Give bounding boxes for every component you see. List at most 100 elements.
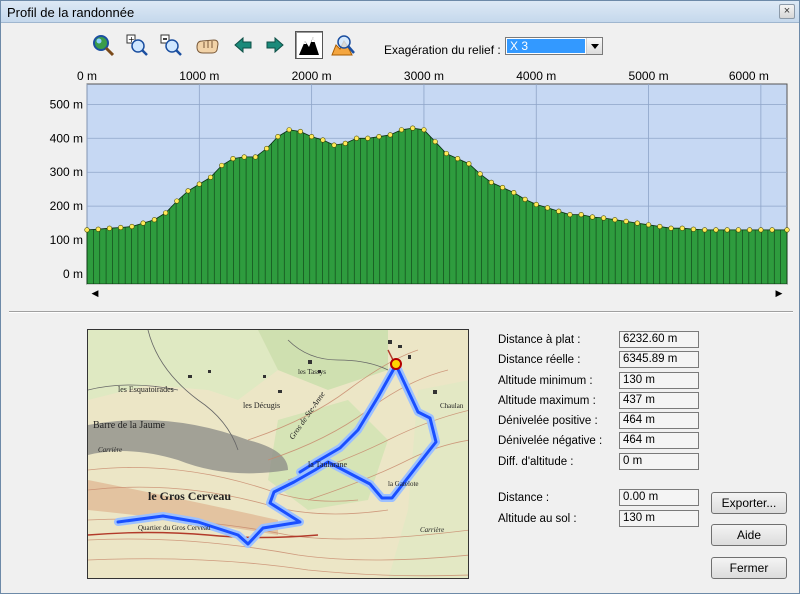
titlebar[interactable]: Profil de la randonnée × xyxy=(1,1,799,23)
stat-label-flat-distance: Distance à plat : xyxy=(498,334,581,346)
route-map[interactable]: les Esquatoirades Barre de la Jaume Carr… xyxy=(87,329,469,579)
elevation-point xyxy=(668,225,674,231)
elevation-point xyxy=(421,127,427,133)
stat-value-negative-elevation: 464 m xyxy=(619,432,699,449)
profile-scrollbar[interactable]: ◀ ▶ xyxy=(87,284,787,300)
elevation-point xyxy=(151,217,157,223)
elevation-point xyxy=(735,227,742,233)
map-label: Barre de la Jaume xyxy=(93,420,165,431)
stat-value-max-altitude: 437 m xyxy=(619,392,699,409)
exaggeration-label: Exagération du relief : xyxy=(384,43,501,57)
elevation-point xyxy=(578,212,584,218)
elevation-point xyxy=(252,154,259,160)
elevation-point xyxy=(129,223,135,230)
map-label: les Décugis xyxy=(243,401,280,410)
elevation-point xyxy=(84,227,90,233)
elevation-point xyxy=(106,225,113,231)
elevation-point xyxy=(623,218,629,225)
pan-hand-icon xyxy=(196,39,219,54)
previous-button[interactable] xyxy=(229,31,257,59)
elevation-point xyxy=(297,128,303,135)
elevation-point xyxy=(634,220,640,226)
elevation-point xyxy=(657,223,663,230)
stat-value-real-distance: 6345.89 m xyxy=(619,351,699,368)
elevation-point xyxy=(455,156,461,162)
zoom-global-button[interactable] xyxy=(89,31,117,59)
elevation-point xyxy=(747,227,753,233)
elevation-point xyxy=(342,140,348,146)
elevation-point xyxy=(499,184,506,191)
exaggeration-dropdown-button[interactable] xyxy=(586,38,602,54)
elevation-point xyxy=(601,215,607,221)
elevation-point xyxy=(511,189,517,196)
elevation-point xyxy=(522,196,528,202)
map-label: la Taularane xyxy=(308,460,347,469)
map-label: les Tassys xyxy=(298,368,326,376)
zoom-in-button[interactable]: + xyxy=(123,31,151,59)
stat-label-negative-elevation: Dénivelée négative : xyxy=(498,435,603,447)
zoom-out-button[interactable] xyxy=(157,31,185,59)
elevation-point xyxy=(365,135,371,141)
map-label: Carrière xyxy=(420,526,444,534)
elevation-point xyxy=(331,142,337,148)
relief-profile-button[interactable] xyxy=(295,31,323,59)
x-tick-label: 3000 m xyxy=(404,69,444,83)
close-window-button[interactable]: × xyxy=(779,4,795,19)
divider-highlight xyxy=(9,312,793,313)
zoom-out-icon xyxy=(160,34,182,56)
x-tick-label: 1000 m xyxy=(179,69,219,83)
arrow-right-icon xyxy=(266,36,284,54)
exaggeration-select[interactable]: X 3 xyxy=(505,37,603,55)
elevation-point xyxy=(556,208,562,214)
elevation-point xyxy=(702,227,708,233)
profile-search-button[interactable] xyxy=(329,31,357,59)
elevation-point xyxy=(275,133,281,140)
elevation-point xyxy=(163,210,169,216)
elevation-profile-chart[interactable]: 0 m 1000 m 2000 m 3000 m 4000 m 5000 m 6000 m 0… xyxy=(1,63,800,303)
chevron-down-icon xyxy=(590,43,599,49)
scroll-left-arrow-icon[interactable]: ◀ xyxy=(88,286,102,300)
pan-button[interactable] xyxy=(193,31,221,59)
elevation-point xyxy=(140,220,146,226)
stat-value-flat-distance: 6232.60 m xyxy=(619,331,699,348)
elevation-point xyxy=(387,132,393,138)
stat-label-max-altitude: Altitude maximum : xyxy=(498,395,596,407)
elevation-point xyxy=(724,227,730,233)
help-button[interactable]: Aide xyxy=(711,524,787,546)
x-tick-label: 0 m xyxy=(77,69,97,83)
elevation-point xyxy=(118,224,124,231)
close-button[interactable]: Fermer xyxy=(711,557,787,579)
elevation-point xyxy=(443,150,450,157)
elevation-point xyxy=(353,135,360,141)
map-label: les Esquatoirades xyxy=(118,385,174,394)
x-tick-label: 5000 m xyxy=(629,69,669,83)
zoom-in-icon: + xyxy=(126,34,148,56)
x-tick-label: 4000 m xyxy=(516,69,556,83)
elevation-point xyxy=(477,171,483,177)
elevation-point xyxy=(784,227,790,233)
elevation-point xyxy=(264,145,270,152)
stat-value-altitude-difference: 0 m xyxy=(619,453,699,470)
map-label: le Gros Cerveau xyxy=(148,489,231,503)
elevation-point xyxy=(690,226,697,232)
elevation-point xyxy=(488,179,494,185)
x-tick-label: 2000 m xyxy=(292,69,332,83)
elevation-point xyxy=(286,127,292,133)
exaggeration-value: X 3 xyxy=(507,39,585,53)
x-tick-label: 6000 m xyxy=(729,69,769,83)
elevation-point xyxy=(612,217,618,223)
scroll-right-arrow-icon[interactable]: ▶ xyxy=(772,286,786,300)
next-button[interactable] xyxy=(261,31,289,59)
elevation-point xyxy=(679,225,685,231)
elevation-point xyxy=(309,133,315,140)
profile-window: Profil de la randonnée × + Exagération d… xyxy=(0,0,800,594)
elevation-point xyxy=(466,161,472,167)
elevation-point xyxy=(544,205,551,211)
zoom-global-icon xyxy=(93,35,115,57)
elevation-point xyxy=(241,154,247,160)
arrow-left-icon xyxy=(234,36,252,54)
export-button[interactable]: Exporter... xyxy=(711,492,787,514)
elevation-point xyxy=(320,137,326,143)
y-tick-label: 200 m xyxy=(50,199,83,213)
stat-label-min-altitude: Altitude minimum : xyxy=(498,375,593,387)
